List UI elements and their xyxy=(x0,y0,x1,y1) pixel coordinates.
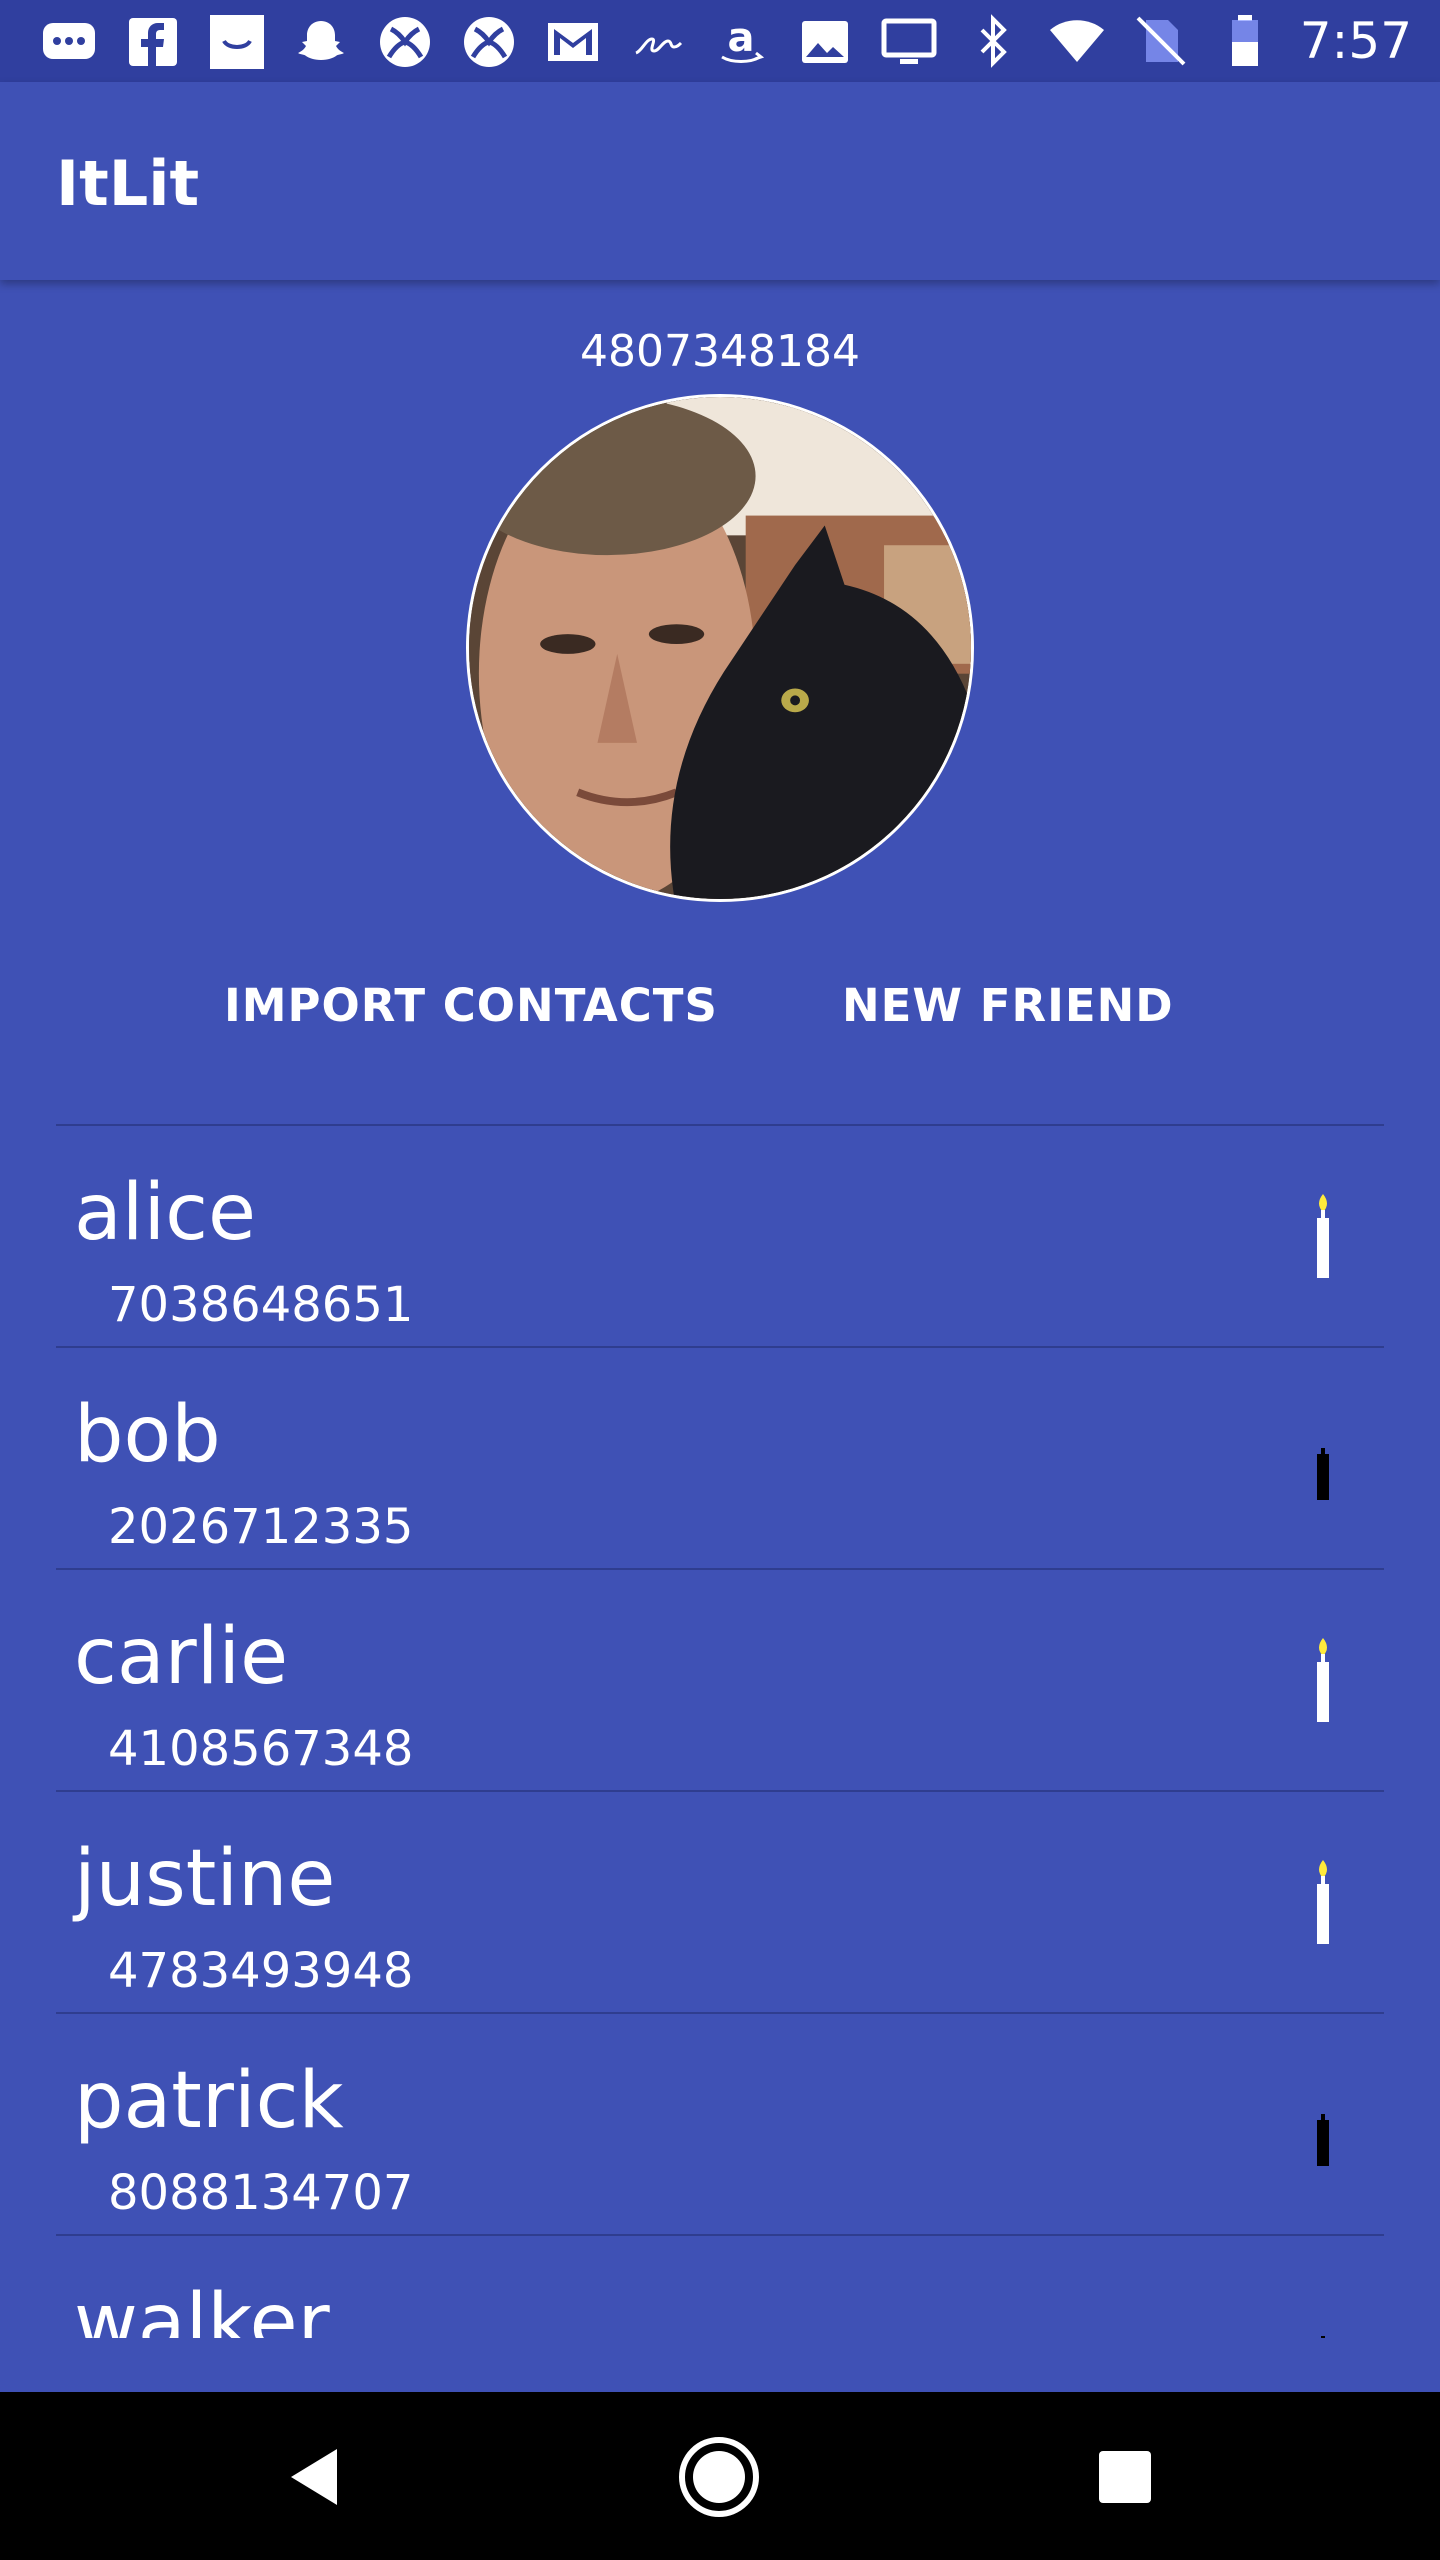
friend-phone: 7038648651 xyxy=(108,1277,414,1333)
friend-phone: 8088134707 xyxy=(108,2165,414,2221)
svg-text:a: a xyxy=(728,15,755,61)
wifi-icon xyxy=(1048,12,1106,70)
back-icon[interactable] xyxy=(270,2432,360,2522)
home-icon[interactable] xyxy=(674,2432,764,2522)
list-item[interactable]: alice 7038648651 xyxy=(56,1126,1384,1348)
unlit-candle-icon[interactable] xyxy=(1308,1414,1338,1504)
battery-icon xyxy=(1216,12,1274,70)
system-status: 7:57 xyxy=(964,8,1412,74)
friend-name: walker xyxy=(74,2278,330,2338)
app-title: ItLit xyxy=(56,147,200,220)
new-friend-button[interactable]: NEW FRIEND xyxy=(842,968,1174,1044)
lit-candle-icon[interactable] xyxy=(1308,1636,1338,1726)
unlit-candle-icon[interactable] xyxy=(1308,2302,1338,2338)
friends-list[interactable]: alice 7038648651 bob 2026712335 carlie 4… xyxy=(56,1124,1384,2338)
list-item[interactable]: bob 2026712335 xyxy=(56,1348,1384,1570)
status-time: 7:57 xyxy=(1299,12,1412,70)
app-bar: ItLit xyxy=(0,82,1440,280)
shopping-bag-icon xyxy=(208,13,266,71)
xbox-icon xyxy=(376,13,434,71)
xbox-icon xyxy=(460,13,518,71)
unlit-candle-icon[interactable] xyxy=(1308,2080,1338,2170)
profile-avatar[interactable] xyxy=(466,394,974,902)
friend-name: alice xyxy=(74,1168,257,1258)
list-item[interactable]: walker xyxy=(56,2236,1384,2338)
friend-name: justine xyxy=(74,1834,336,1924)
gmail-icon xyxy=(544,13,602,71)
list-item[interactable]: justine 4783493948 xyxy=(56,1792,1384,2014)
facebook-icon xyxy=(124,13,182,71)
friend-phone: 2026712335 xyxy=(108,1499,414,1555)
friend-name: patrick xyxy=(74,2056,344,2146)
list-item[interactable]: carlie 4108567348 xyxy=(56,1570,1384,1792)
recents-icon[interactable] xyxy=(1080,2432,1170,2522)
friend-phone: 4783493948 xyxy=(108,1943,414,1999)
notification-icons: a xyxy=(40,13,938,71)
status-bar: a 7:57 xyxy=(0,0,1440,82)
no-sim-icon xyxy=(1132,12,1190,70)
snapchat-icon xyxy=(292,13,350,71)
friend-name: carlie xyxy=(74,1612,289,1702)
friend-name: bob xyxy=(74,1390,221,1480)
friend-phone: 4108567348 xyxy=(108,1721,414,1777)
photos-icon xyxy=(796,13,854,71)
import-contacts-button[interactable]: IMPORT CONTACTS xyxy=(224,968,718,1044)
lit-candle-icon[interactable] xyxy=(1308,1858,1338,1948)
bluetooth-icon xyxy=(964,12,1022,70)
list-item[interactable]: patrick 8088134707 xyxy=(56,2014,1384,2236)
my-phone-number: 4807348184 xyxy=(580,326,860,377)
signature-icon xyxy=(628,13,686,71)
messages-icon xyxy=(40,13,98,71)
cast-screen-icon xyxy=(880,13,938,71)
lit-candle-icon[interactable] xyxy=(1308,1192,1338,1282)
navigation-bar xyxy=(0,2392,1440,2560)
amazon-icon: a xyxy=(712,13,770,71)
